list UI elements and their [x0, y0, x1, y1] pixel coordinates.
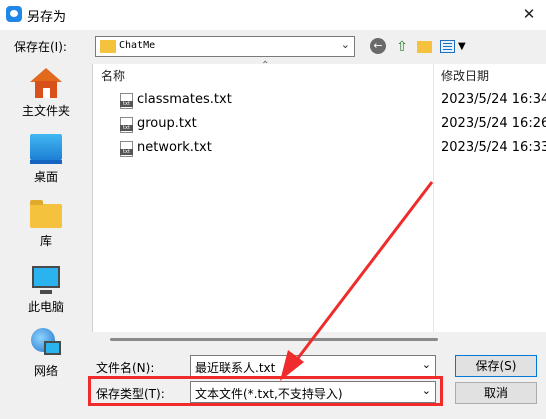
current-folder: ChatMe: [119, 40, 156, 51]
chevron-down-icon: ⌄: [340, 38, 350, 51]
text-file-icon: [120, 117, 133, 133]
file-date: 2023/5/24 16:26: [441, 116, 546, 131]
filename-label: 文件名(N):: [96, 361, 155, 375]
save-in-label: 保存在(I):: [14, 40, 67, 54]
place-library[interactable]: 库: [0, 200, 92, 249]
annotation-highlight-box: [88, 376, 443, 406]
place-label: 主文件夹: [21, 104, 70, 118]
places-sidebar: 主文件夹 桌面 库 此电脑 网络: [0, 64, 92, 386]
desktop-icon: [30, 134, 62, 164]
file-date: 2023/5/24 16:34: [441, 92, 546, 107]
save-button[interactable]: 保存(S): [455, 355, 537, 377]
file-row[interactable]: network.txt 2023/5/24 16:33: [93, 137, 546, 161]
file-row[interactable]: classmates.txt 2023/5/24 16:34: [93, 89, 546, 113]
scrollbar-thumb[interactable]: [110, 338, 438, 341]
library-icon: [30, 200, 62, 228]
file-row[interactable]: group.txt 2023/5/24 16:26: [93, 113, 546, 137]
computer-icon: [32, 266, 60, 294]
place-desktop[interactable]: 桌面: [0, 134, 92, 185]
horizontal-scrollbar[interactable]: [92, 332, 546, 348]
place-home[interactable]: 主文件夹: [0, 68, 92, 119]
text-file-icon: [120, 141, 133, 157]
back-arrow-icon[interactable]: ←: [370, 38, 386, 54]
network-icon: [31, 328, 61, 358]
column-header-date[interactable]: 修改日期: [441, 64, 489, 88]
column-header-name[interactable]: 名称: [101, 64, 125, 88]
window-title: 另存为: [27, 10, 67, 25]
location-toolbar: 保存在(I): ChatMe ⌄ ← ⇧ ▼: [0, 30, 546, 64]
app-logo-icon: [6, 6, 22, 22]
place-computer[interactable]: 此电脑: [0, 266, 92, 315]
place-label: 库: [39, 234, 52, 248]
title-bar: 另存为 ✕: [0, 0, 546, 30]
filename-input[interactable]: 最近联系人.txt ⌄: [190, 355, 436, 377]
close-button[interactable]: ✕: [518, 4, 540, 24]
file-name: network.txt: [137, 140, 212, 155]
new-folder-icon[interactable]: [415, 38, 433, 56]
text-file-icon: [120, 93, 133, 109]
sort-ascending-icon: ⌃: [261, 60, 270, 71]
file-name: classmates.txt: [137, 92, 232, 107]
folder-dropdown[interactable]: ChatMe ⌄: [95, 36, 355, 57]
folder-icon: [100, 40, 116, 53]
filename-value: 最近联系人.txt: [195, 361, 276, 375]
chevron-down-icon[interactable]: ⌄: [422, 358, 431, 371]
file-list[interactable]: ⌃ 名称 修改日期 classmates.txt 2023/5/24 16:34…: [92, 60, 546, 332]
place-label: 此电脑: [27, 300, 64, 314]
place-label: 桌面: [33, 170, 58, 184]
up-folder-icon[interactable]: ⇧: [393, 38, 411, 56]
file-date: 2023/5/24 16:33: [441, 140, 546, 155]
cancel-button[interactable]: 取消: [455, 382, 537, 404]
file-name: group.txt: [137, 116, 197, 131]
place-network[interactable]: 网络: [0, 328, 92, 379]
place-label: 网络: [33, 364, 58, 378]
home-icon: [29, 68, 63, 98]
view-menu-icon[interactable]: ▼: [440, 38, 466, 56]
